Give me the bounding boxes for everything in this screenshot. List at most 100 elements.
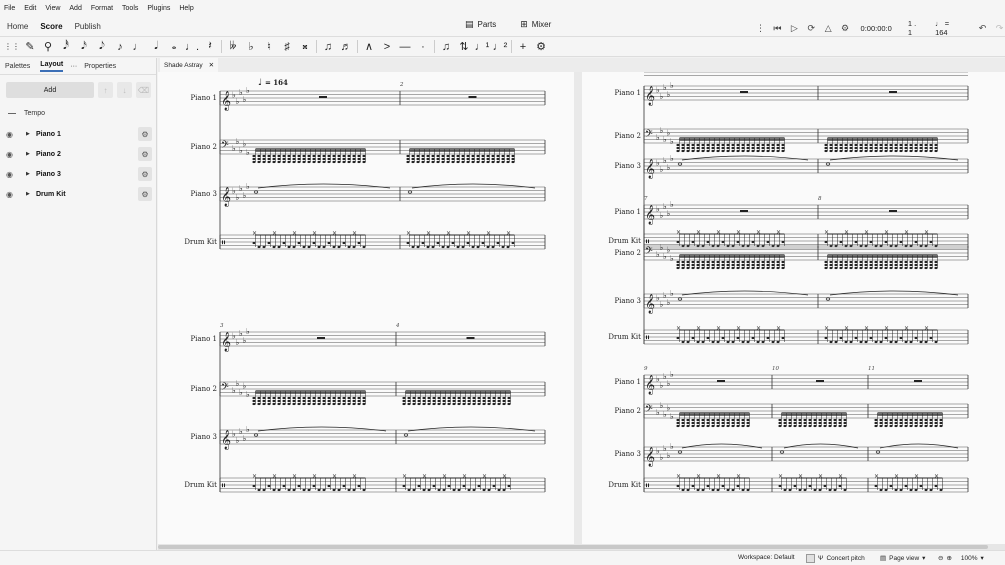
chord-note bbox=[874, 143, 878, 147]
menu-item-tools[interactable]: Tools bbox=[122, 5, 138, 12]
visibility-eye-icon[interactable]: ◉ bbox=[6, 150, 20, 159]
duration-16th-icon[interactable]: 𝅘𝅥𝅮 bbox=[93, 38, 111, 55]
score-page-2[interactable]: Piano 1 𝄞 ♭ ♭ ♭ ♭ ♭ Piano 2 𝄢 ♭ ♭ ♭ ♭ ♭ Piano 3 𝄞 ♭ ♭ ♭ ♭ ♭ D… bbox=[582, 72, 1005, 544]
workspace-selector[interactable]: Workspace: Default bbox=[738, 554, 795, 561]
mixer-icon[interactable]: ⊞ bbox=[520, 19, 528, 30]
staccato-icon[interactable]: · bbox=[414, 38, 432, 55]
instrument-row[interactable]: ◉ ▶ Piano 2 ⚙ bbox=[6, 146, 152, 162]
zoom-out-icon[interactable]: ⊖ bbox=[938, 554, 943, 562]
drag-handle-icon[interactable]: ⋮⋮ bbox=[3, 38, 21, 55]
voice-1-icon[interactable]: ♩¹ bbox=[473, 38, 491, 55]
undo-icon[interactable]: ↶ bbox=[977, 22, 988, 34]
duration-64th-icon[interactable]: 𝅘𝅥𝅰 bbox=[57, 38, 75, 55]
chord-note bbox=[272, 157, 276, 161]
instrument-settings-icon[interactable]: ⚙ bbox=[138, 127, 152, 141]
panel-more-icon[interactable]: ··· bbox=[70, 63, 77, 70]
double-flat-icon[interactable]: 𝄫 bbox=[224, 38, 242, 55]
menu-item-view[interactable]: View bbox=[45, 5, 60, 12]
expand-arrow-icon[interactable]: ▶ bbox=[26, 171, 36, 177]
concert-pitch-checkbox[interactable] bbox=[806, 554, 815, 563]
tab-properties[interactable]: Properties bbox=[84, 63, 116, 70]
instrument-settings-icon[interactable]: ⚙ bbox=[138, 187, 152, 201]
chord-note bbox=[262, 402, 266, 406]
note-input-pencil-icon[interactable]: ✎ bbox=[21, 38, 39, 55]
rest-icon[interactable]: 𝄽 bbox=[201, 38, 219, 55]
play-icon[interactable]: ▷ bbox=[789, 22, 800, 34]
tenuto-icon[interactable]: — bbox=[396, 38, 414, 55]
flat-icon[interactable]: ♭ bbox=[242, 38, 260, 55]
natural-icon[interactable]: ♮ bbox=[260, 38, 278, 55]
duration-eighth-icon[interactable]: ♪ bbox=[111, 38, 129, 55]
menu-item-help[interactable]: Help bbox=[179, 5, 193, 12]
slur-icon[interactable]: ♬ bbox=[337, 38, 355, 55]
tab-home[interactable]: Home bbox=[7, 22, 28, 31]
scrollbar-thumb[interactable] bbox=[158, 545, 988, 549]
toolbar-settings-icon[interactable]: ⚙ bbox=[532, 38, 550, 55]
flat-accidental: ♭ bbox=[670, 289, 674, 298]
delete-icon[interactable]: ⌫ bbox=[136, 82, 151, 98]
menu-item-add[interactable]: Add bbox=[69, 5, 81, 12]
instrument-settings-icon[interactable]: ⚙ bbox=[138, 167, 152, 181]
add-button[interactable]: Add bbox=[6, 82, 94, 98]
close-tab-icon[interactable]: ✕ bbox=[209, 61, 214, 69]
instrument-row[interactable]: ◉ ▶ Piano 3 ⚙ bbox=[6, 166, 152, 182]
expand-arrow-icon[interactable]: ▶ bbox=[26, 151, 36, 157]
rewind-icon[interactable]: ⏮ bbox=[772, 22, 783, 34]
sharp-icon[interactable]: ♯ bbox=[278, 38, 296, 55]
parts-icon[interactable]: ▤ bbox=[465, 19, 474, 30]
mixer-button[interactable]: Mixer bbox=[532, 20, 552, 29]
zoom-level[interactable]: 100% bbox=[961, 555, 978, 562]
redo-icon[interactable]: ↷ bbox=[994, 22, 1005, 34]
chord-note bbox=[849, 266, 853, 270]
visibility-eye-icon[interactable]: ◉ bbox=[6, 170, 20, 179]
page-view-selector[interactable]: ▤ Page view ▾ bbox=[880, 554, 925, 563]
loop-icon[interactable]: ⟳ bbox=[806, 22, 817, 34]
voice-2-icon[interactable]: ♩² bbox=[491, 38, 509, 55]
instrument-settings-icon[interactable]: ⚙ bbox=[138, 147, 152, 161]
marcato-icon[interactable]: ∧ bbox=[360, 38, 378, 55]
double-sharp-icon[interactable]: 𝄪 bbox=[296, 38, 314, 55]
menu-item-file[interactable]: File bbox=[4, 5, 15, 12]
duration-whole-icon[interactable]: 𝅝 bbox=[165, 38, 183, 55]
visibility-eye-icon[interactable]: ◉ bbox=[6, 130, 20, 139]
move-up-icon[interactable]: ↑ bbox=[98, 82, 113, 98]
augmentation-dot-icon[interactable]: ♩. bbox=[183, 38, 201, 55]
chevron-down-icon[interactable]: ▾ bbox=[981, 554, 984, 562]
zoom-in-icon[interactable]: ⊕ bbox=[946, 554, 951, 562]
accent-icon[interactable]: > bbox=[378, 38, 396, 55]
score-canvas[interactable]: ♩ = 164 Piano 1 𝄞 ♭ ♭ ♭ ♭ ♭ Piano 2 𝄢 ♭ ♭ ♭ ♭ ♭ Piano 3 𝄞… bbox=[158, 72, 1005, 544]
chord-note bbox=[327, 396, 331, 400]
menu-item-plugins[interactable]: Plugins bbox=[147, 5, 170, 12]
visibility-eye-icon[interactable]: ◉ bbox=[6, 190, 20, 199]
expand-arrow-icon[interactable]: ▶ bbox=[26, 191, 36, 197]
score-page-1[interactable]: ♩ = 164 Piano 1 𝄞 ♭ ♭ ♭ ♭ ♭ Piano 2 𝄢 ♭ ♭ ♭ ♭ ♭ Piano 3 𝄞… bbox=[158, 72, 574, 544]
add-icon[interactable]: + bbox=[514, 38, 532, 55]
tab-score[interactable]: Score bbox=[40, 22, 62, 31]
drag-handle-icon[interactable]: ⋮ bbox=[755, 22, 766, 34]
tuplet-icon[interactable]: ♫ bbox=[437, 38, 455, 55]
instrument-row[interactable]: ◉ ▶ Piano 1 ⚙ bbox=[6, 126, 152, 142]
duration-quarter-icon[interactable]: ♩ bbox=[129, 38, 147, 55]
duration-32nd-icon[interactable]: 𝅘𝅥𝅯 bbox=[75, 38, 93, 55]
expand-arrow-icon[interactable]: ▶ bbox=[26, 131, 36, 137]
move-down-icon[interactable]: ↓ bbox=[117, 82, 132, 98]
tab-palettes[interactable]: Palettes bbox=[5, 63, 30, 70]
page-1-notation[interactable]: ♩ = 164Piano 1 𝄞 ♭♭♭♭♭Piano 2 𝄢 ♭♭♭♭♭Piano 3 𝄞… bbox=[158, 72, 574, 544]
flip-direction-icon[interactable]: ⇅ bbox=[455, 38, 473, 55]
page-2-notation[interactable]: Piano 1 𝄞 ♭♭♭♭♭Piano 2 𝄢 ♭♭♭♭♭Piano 3 𝄞 ♭♭♭♭♭D… bbox=[582, 72, 1005, 544]
instrument-row[interactable]: ◉ ▶ Drum Kit ⚙ bbox=[6, 186, 152, 202]
tempo-row[interactable]: Tempo bbox=[8, 110, 45, 117]
input-mode-icon[interactable]: ⚲ bbox=[39, 38, 57, 55]
tab-layout[interactable]: Layout bbox=[40, 61, 64, 72]
document-tab[interactable]: Shade Astray ✕ bbox=[160, 58, 219, 72]
tab-publish[interactable]: Publish bbox=[75, 22, 101, 31]
tie-icon[interactable]: ♫ bbox=[319, 38, 337, 55]
concert-pitch-toggle[interactable]: Ψ Concert pitch bbox=[806, 554, 865, 563]
menu-item-edit[interactable]: Edit bbox=[24, 5, 36, 12]
menu-item-format[interactable]: Format bbox=[91, 5, 113, 12]
duration-half-icon[interactable]: 𝅘𝅥 bbox=[147, 38, 165, 55]
settings-gear-icon[interactable]: ⚙ bbox=[840, 22, 851, 34]
metronome-icon[interactable]: △ bbox=[823, 22, 834, 34]
parts-button[interactable]: Parts bbox=[478, 20, 497, 29]
chord-note bbox=[929, 143, 933, 147]
